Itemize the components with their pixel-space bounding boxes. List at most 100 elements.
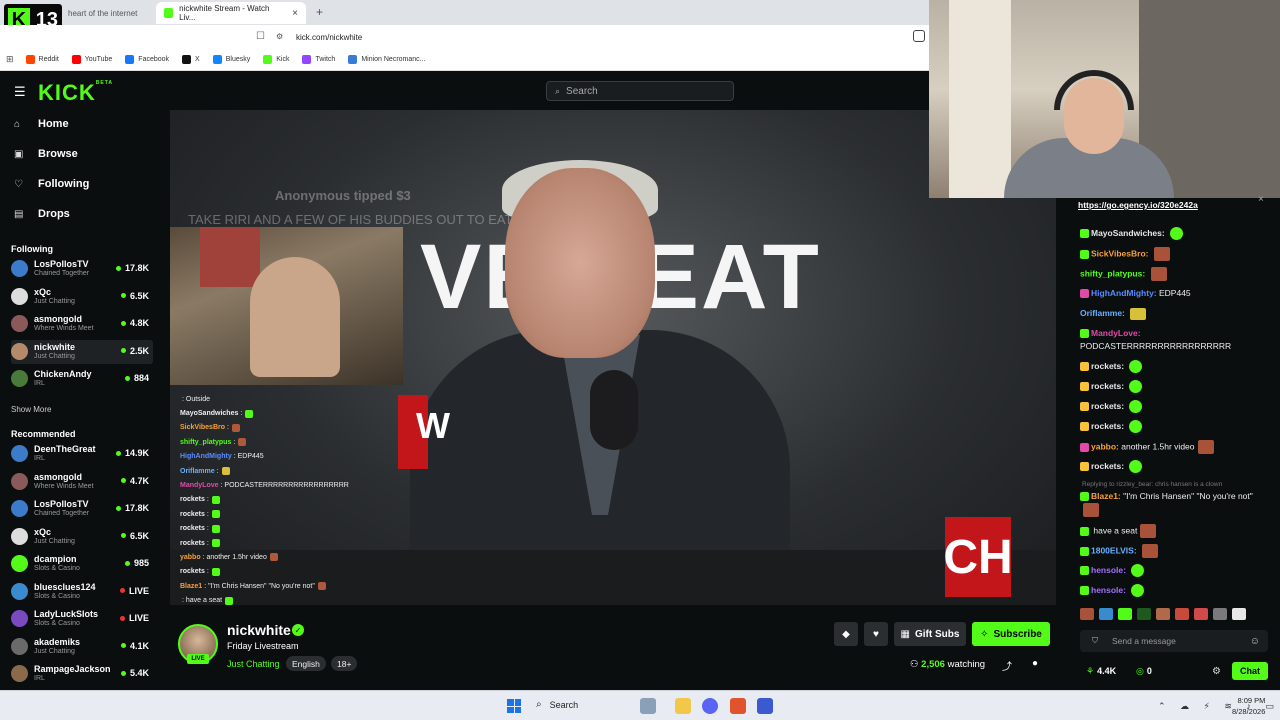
chat-message[interactable]: Blaze1: "I'm Chris Hansen" "No you're no…: [1080, 490, 1270, 517]
brave-browser-icon[interactable]: [730, 698, 746, 714]
discord-icon[interactable]: [702, 698, 718, 714]
chat-settings-icon[interactable]: ⚙: [1212, 666, 1221, 677]
pinned-link[interactable]: https://go.egency.io/320e242a: [1078, 200, 1274, 216]
follow-heart-icon[interactable]: ♥: [864, 622, 888, 646]
chat-message[interactable]: rockets:: [1080, 400, 1270, 414]
channel-row[interactable]: xQc Just Chatting 6.5K: [11, 285, 153, 309]
chat-message-input[interactable]: ⛉ Send a message ☺: [1080, 630, 1268, 652]
emoji-icon[interactable]: ☺: [1250, 636, 1260, 647]
channel-row[interactable]: asmongold Where Winds Meet 4.7K: [11, 470, 153, 494]
chat-message[interactable]: rockets:: [1080, 420, 1270, 434]
share-icon[interactable]: ⤴: [1002, 658, 1012, 673]
emote-icon[interactable]: [1137, 608, 1151, 620]
chat-message[interactable]: SickVibesBro:: [1080, 247, 1270, 261]
channel-row[interactable]: asmongold Where Winds Meet 4.8K: [11, 312, 153, 336]
taskbar-search[interactable]: ⌕ Search: [536, 699, 578, 710]
close-tab-icon[interactable]: ×: [292, 8, 298, 19]
emote-icon[interactable]: [1232, 608, 1246, 620]
chat-message[interactable]: Oriflamme:: [1080, 307, 1270, 320]
bookmark-kick[interactable]: Kick: [263, 55, 289, 64]
chat-username[interactable]: Oriflamme:: [1080, 308, 1125, 318]
channel-row[interactable]: LosPollosTV Chained Together 17.8K: [11, 257, 153, 281]
video-player[interactable]: VE SEAT Anonymous tipped $3 TAKE RIRI AN…: [170, 110, 1056, 605]
chat-username[interactable]: 1800ELVIS:: [1091, 545, 1137, 555]
channel-row[interactable]: xQc Just Chatting 6.5K: [11, 525, 153, 549]
tag-english[interactable]: English: [286, 656, 326, 671]
url-field[interactable]: ⚙ kick.com/nickwhite: [276, 28, 926, 46]
bookmark-bluesky[interactable]: Bluesky: [212, 55, 250, 64]
stream-category[interactable]: Just Chatting: [227, 659, 280, 669]
chat-username[interactable]: rockets:: [1091, 361, 1124, 371]
browser-tab-reddit[interactable]: heart of the internet: [60, 2, 158, 24]
emote-icon[interactable]: [1175, 608, 1189, 620]
bookmark-facebook[interactable]: Facebook: [125, 55, 169, 64]
chat-username[interactable]: hensole:: [1091, 585, 1126, 595]
channel-row[interactable]: bluesclues124 Slots & Casino LIVE: [11, 580, 153, 604]
channel-row[interactable]: nickwhite Just Chatting 2.5K: [11, 339, 153, 364]
bookmark-youtube[interactable]: YouTube: [71, 55, 112, 64]
kicks-balance[interactable]: ◎ 0: [1136, 666, 1152, 677]
menu-icon[interactable]: ☰: [14, 84, 26, 100]
bookmark-reddit[interactable]: Reddit: [25, 55, 59, 64]
bookmark-x[interactable]: X: [182, 55, 200, 64]
chat-message[interactable]: hensole:: [1080, 584, 1270, 598]
channel-row[interactable]: akademiks Just Chatting 4.1K: [11, 635, 153, 659]
close-pinned-icon[interactable]: ×: [1258, 194, 1264, 205]
apps-grid-icon[interactable]: ⊞: [6, 54, 14, 65]
channel-row[interactable]: DeenTheGreat IRL 14.9K: [11, 442, 153, 466]
chat-username[interactable]: MayoSandwiches:: [1091, 228, 1165, 238]
chat-username[interactable]: shifty_platypus:: [1080, 268, 1145, 278]
chat-message[interactable]: MandyLove: PODCASTERRRRRRRRRRRRRRRRR: [1080, 327, 1270, 353]
site-info-icon[interactable]: ⚙: [276, 32, 286, 42]
chat-message[interactable]: have a seat: [1080, 524, 1270, 538]
emote-icon[interactable]: [1213, 608, 1227, 620]
emote-icon[interactable]: [1118, 608, 1132, 620]
chat-message[interactable]: rockets:: [1080, 360, 1270, 374]
chat-send-button[interactable]: Chat: [1232, 662, 1268, 680]
chat-message[interactable]: rockets:: [1080, 460, 1270, 474]
emote-icon[interactable]: [1156, 608, 1170, 620]
subscribe-button[interactable]: ✧ Subscribe: [972, 622, 1050, 646]
browser-tab-kick[interactable]: nickwhite Stream - Watch Liv... ×: [156, 2, 306, 24]
chat-message[interactable]: yabbo: another 1.5hr video: [1080, 440, 1270, 454]
channel-row[interactable]: LadyLuckSlots Slots & Casino LIVE: [11, 607, 153, 631]
emote-icon[interactable]: [1080, 608, 1094, 620]
emote-icon[interactable]: [1099, 608, 1113, 620]
nav-following[interactable]: ♡ Following: [14, 178, 89, 190]
bookmark-twitch[interactable]: Twitch: [302, 55, 335, 64]
app-icon[interactable]: [757, 698, 773, 714]
channel-row[interactable]: RampageJackson IRL 5.4K: [11, 662, 153, 686]
nav-drops[interactable]: ▤ Drops: [14, 208, 70, 220]
gift-subs-button[interactable]: ▦ Gift Subs: [894, 622, 966, 646]
channel-row[interactable]: dcampion Slots & Casino 985: [11, 552, 153, 576]
tag-18plus[interactable]: 18+: [331, 656, 358, 671]
chat-message[interactable]: HighAndMighty: EDP445: [1080, 287, 1270, 300]
more-options-icon[interactable]: ●: [1032, 658, 1038, 669]
chat-message[interactable]: rockets:: [1080, 380, 1270, 394]
chat-username[interactable]: HighAndMighty:: [1091, 288, 1157, 298]
chat-username[interactable]: rockets:: [1091, 461, 1124, 471]
bookmark-star-icon[interactable]: ☐: [256, 31, 265, 42]
nav-home[interactable]: ⌂ Home: [14, 118, 69, 130]
chat-username[interactable]: hensole:: [1091, 565, 1126, 575]
chat-username[interactable]: rockets:: [1091, 401, 1124, 411]
search-input[interactable]: ⌕ Search: [546, 81, 734, 101]
chat-message[interactable]: shifty_platypus:: [1080, 267, 1270, 281]
channel-row[interactable]: LosPollosTV Chained Together 17.8K: [11, 497, 153, 521]
extension-icon[interactable]: [913, 30, 925, 42]
chat-username[interactable]: SickVibesBro:: [1091, 248, 1148, 258]
bookmark-minion[interactable]: Minion Necromanc...: [348, 55, 426, 64]
kick-logo[interactable]: KICKBETA: [38, 80, 113, 106]
chat-message[interactable]: hensole:: [1080, 564, 1270, 578]
chat-username[interactable]: MandyLove:: [1091, 328, 1141, 338]
taskbar-clock[interactable]: 8:09 PM 8/28/2026: [1232, 695, 1265, 717]
chat-message[interactable]: MayoSandwiches:: [1080, 227, 1270, 241]
chat-username[interactable]: rockets:: [1091, 381, 1124, 391]
file-explorer-icon[interactable]: [675, 698, 691, 714]
new-tab-icon[interactable]: +: [316, 5, 323, 19]
chat-message[interactable]: 1800ELVIS:: [1080, 544, 1270, 558]
notification-bell-icon[interactable]: ◆: [834, 622, 858, 646]
show-more-link[interactable]: Show More: [11, 405, 51, 414]
widgets-icon[interactable]: [640, 698, 656, 714]
channel-points[interactable]: ⚘ 4.4K: [1086, 666, 1116, 677]
